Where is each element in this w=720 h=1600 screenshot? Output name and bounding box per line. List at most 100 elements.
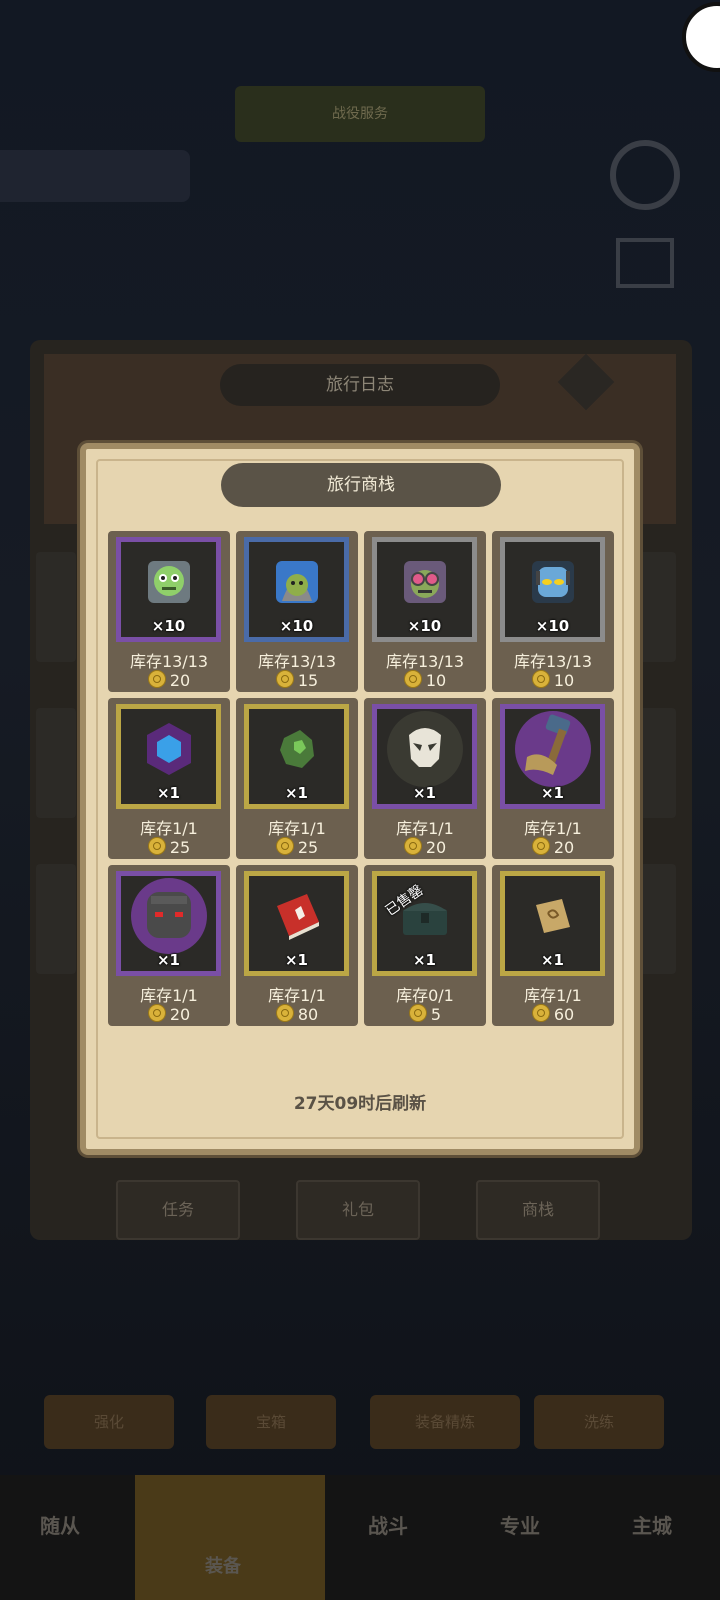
shop-item-card[interactable]: ×1 库存1/1 20: [108, 865, 230, 1026]
price-value: 5: [430, 1005, 442, 1024]
shop-item-card[interactable]: ×1 库存1/1 20: [492, 698, 614, 859]
coin-icon: [531, 837, 550, 855]
travel-shop-modal: 旅行商栈 ×10 库存13/13 20 ×10 库存13/13 15 ×10 库…: [80, 443, 640, 1155]
item-stock: 库存1/1: [140, 819, 198, 838]
hammer-arm-icon: [513, 709, 593, 793]
shop-item-card[interactable]: ×1 库存1/1 60: [492, 865, 614, 1026]
item-stock: 库存1/1: [140, 986, 198, 1005]
item-quantity: ×1: [284, 784, 308, 802]
side-slot: [636, 552, 676, 662]
item-quantity: ×1: [156, 784, 180, 802]
item-stock: 库存1/1: [396, 819, 454, 838]
item-price: 20: [492, 837, 614, 857]
item-frame: 已售罄 ×1: [372, 871, 477, 976]
item-stock: 库存13/13: [513, 652, 593, 671]
item-quantity: ×1: [284, 951, 308, 969]
golem-head-icon: [129, 876, 209, 960]
nav-followers: 随从: [40, 1514, 80, 1538]
item-quantity: ×1: [540, 784, 564, 802]
price-value: 10: [425, 671, 447, 690]
tab-gift-pack: 礼包: [296, 1180, 420, 1240]
item-stock: 库存13/13: [385, 652, 465, 671]
item-stock: 库存13/13: [129, 652, 209, 671]
left-status-pill: [0, 150, 190, 202]
shop-item-card[interactable]: ×10 库存13/13 15: [236, 531, 358, 692]
item-quantity: ×10: [279, 617, 314, 635]
item-quantity: ×10: [151, 617, 186, 635]
item-price: 10: [364, 670, 486, 690]
shop-item-card[interactable]: ×1 库存1/1 80: [236, 865, 358, 1026]
coin-icon: [147, 1004, 166, 1022]
coin-icon: [403, 837, 422, 855]
item-quantity: ×1: [412, 784, 436, 802]
item-price: 80: [236, 1004, 358, 1024]
price-value: 60: [553, 1005, 575, 1024]
shop-item-card[interactable]: ×10 库存13/13 10: [364, 531, 486, 692]
item-price: 10: [492, 670, 614, 690]
campaign-banner-label: 战役服务: [332, 106, 388, 122]
shop-item-card[interactable]: ×1 库存1/1 20: [364, 698, 486, 859]
item-quantity: ×1: [412, 951, 436, 969]
lower-button: 洗练: [534, 1395, 664, 1449]
tab-tasks: 任务: [116, 1180, 240, 1240]
shop-item-card[interactable]: ×1 库存1/1 25: [236, 698, 358, 859]
item-price: 5: [364, 1004, 486, 1024]
item-quantity: ×10: [407, 617, 442, 635]
item-frame: ×1: [372, 704, 477, 809]
settings-gear-icon: [610, 140, 680, 210]
nav-equipment: 装备: [205, 1556, 241, 1577]
item-quantity: ×1: [540, 951, 564, 969]
price-value: 15: [297, 671, 319, 690]
journal-title: 旅行日志: [220, 364, 500, 406]
blue-gem-icon: [139, 719, 199, 783]
item-price: 20: [108, 670, 230, 690]
bottom-nav: [0, 1475, 720, 1600]
green-ore-icon: [272, 724, 322, 778]
coin-icon: [531, 670, 550, 688]
item-frame: ×1: [244, 704, 349, 809]
shop-item-card[interactable]: ×10 库存13/13 10: [492, 531, 614, 692]
item-frame: ×10: [372, 537, 477, 642]
price-value: 80: [297, 1005, 319, 1024]
item-stock: 库存1/1: [524, 819, 582, 838]
price-value: 20: [169, 1005, 191, 1024]
lower-button: 强化: [44, 1395, 174, 1449]
campaign-banner: 战役服务: [235, 86, 485, 142]
nav-battle: 战斗: [368, 1514, 408, 1538]
price-value: 20: [169, 671, 191, 690]
activity-gift-icon: [616, 238, 674, 288]
scroll-icon: [528, 891, 578, 945]
red-book-icon: [267, 886, 327, 950]
item-price: 20: [108, 1004, 230, 1024]
item-price: 60: [492, 1004, 614, 1024]
item-frame: ×1: [500, 871, 605, 976]
item-frame: ×10: [116, 537, 221, 642]
item-stock: 库存1/1: [268, 986, 326, 1005]
item-frame: ×1: [116, 704, 221, 809]
shop-item-card[interactable]: ×10 库存13/13 20: [108, 531, 230, 692]
item-quantity: ×1: [156, 951, 180, 969]
coin-icon: [403, 670, 422, 688]
hooded-goblin-icon: [272, 557, 322, 611]
shop-item-card[interactable]: ×1 库存1/1 25: [108, 698, 230, 859]
side-slot: [36, 552, 76, 662]
side-slot: [636, 864, 676, 974]
goggles-goblin-icon: [400, 557, 450, 611]
item-price: 15: [236, 670, 358, 690]
item-frame: ×10: [500, 537, 605, 642]
shop-item-card[interactable]: 已售罄 ×1 库存0/1 5: [364, 865, 486, 1026]
price-value: 20: [553, 838, 575, 857]
item-stock: 库存1/1: [524, 986, 582, 1005]
item-frame: ×10: [244, 537, 349, 642]
refresh-timer: 27天09时后刷新: [293, 1094, 427, 1114]
tab-shop: 商栈: [476, 1180, 600, 1240]
robot-head-icon: [528, 557, 578, 611]
side-slot: [36, 708, 76, 818]
coin-icon: [531, 1004, 550, 1022]
item-stock: 库存13/13: [257, 652, 337, 671]
coin-icon: [147, 670, 166, 688]
price-value: 25: [169, 838, 191, 857]
skull-mask-icon: [385, 709, 465, 793]
item-quantity: ×10: [535, 617, 570, 635]
item-price: 25: [236, 837, 358, 857]
